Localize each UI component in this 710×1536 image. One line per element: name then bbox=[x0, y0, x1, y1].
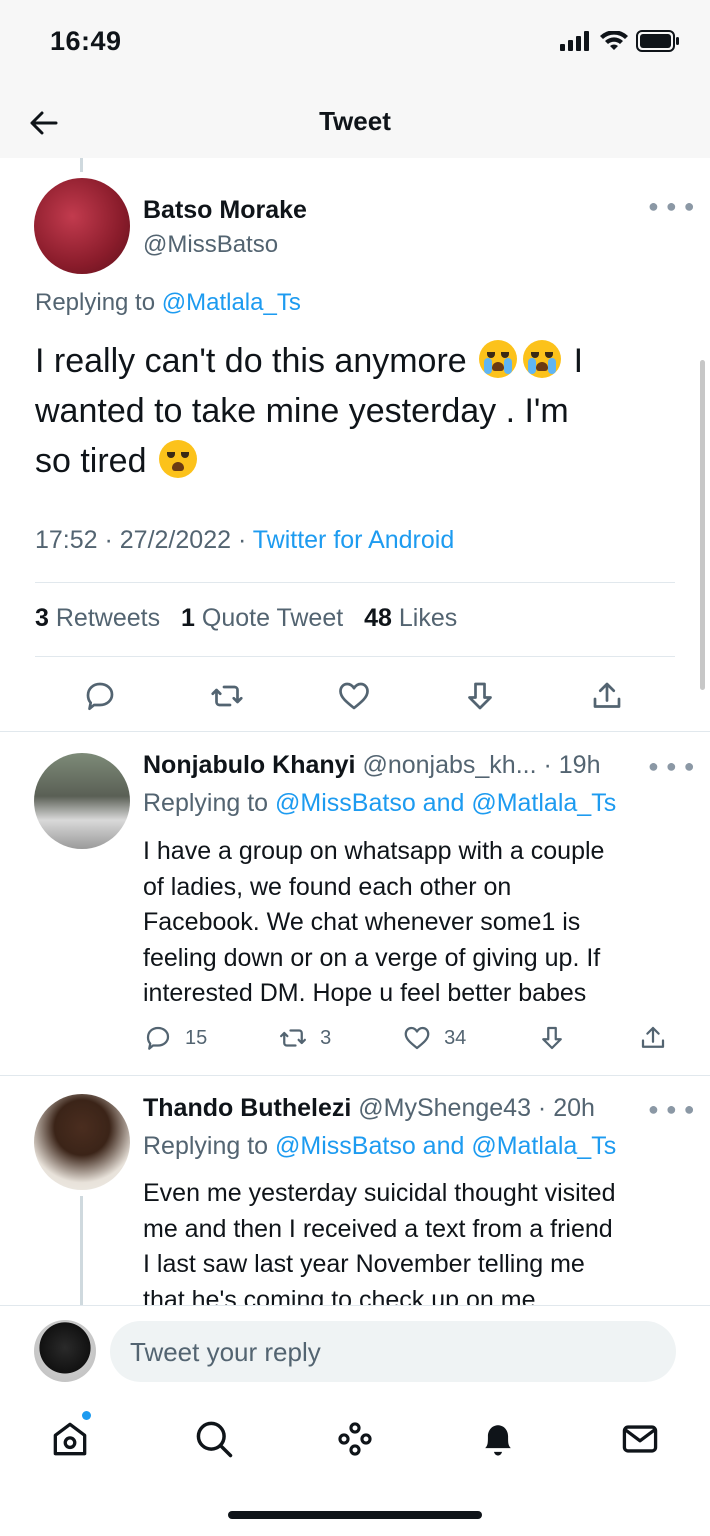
reply-icon bbox=[143, 1023, 173, 1053]
section-divider bbox=[0, 1075, 710, 1076]
mention-link[interactable]: @Matlala_Ts bbox=[162, 289, 301, 316]
messages-icon bbox=[622, 1425, 658, 1453]
reply-text: Even me yesterday suicidal thought visit… bbox=[143, 1176, 683, 1305]
reply-text-line: me and then I received a text from a fri… bbox=[143, 1214, 613, 1243]
bookmark-icon[interactable] bbox=[537, 1023, 567, 1053]
replying-prefix: Replying to bbox=[143, 1132, 276, 1160]
reply-text-line: Even me yesterday suicidal thought visit… bbox=[143, 1179, 616, 1207]
home-indicator[interactable] bbox=[228, 1511, 482, 1519]
reply-actions: 15 3 34 bbox=[143, 1022, 668, 1054]
replying-to: Replying to @Matlala_Ts bbox=[35, 289, 301, 317]
tab-messages[interactable] bbox=[618, 1417, 662, 1461]
tab-search[interactable] bbox=[192, 1417, 236, 1461]
tweet-text: I really can't do this anymore I wanted … bbox=[35, 336, 675, 486]
more-horizontal-icon[interactable]: ● ● ● bbox=[648, 196, 696, 217]
loudly-crying-emoji-icon bbox=[523, 340, 562, 378]
author-handle[interactable]: @MissBatso bbox=[143, 231, 278, 259]
reply-text-line: interested DM. Hope u feel better babes bbox=[143, 979, 587, 1007]
reply-author[interactable]: Nonjabulo Khanyi @nonjabs_kh... · 19h bbox=[143, 751, 600, 780]
tab-notifications[interactable] bbox=[476, 1417, 520, 1461]
retweet-icon bbox=[278, 1023, 308, 1053]
retweet-icon[interactable] bbox=[209, 678, 245, 714]
reply-text: I have a group on whatsapp with a couple… bbox=[143, 834, 683, 1012]
scrollbar[interactable] bbox=[700, 360, 705, 690]
compose-bar: Tweet your reply bbox=[0, 1305, 710, 1395]
reply-author[interactable]: Thando Buthelezi @MyShenge43 · 20h bbox=[143, 1094, 595, 1123]
replying-prefix: Replying to bbox=[143, 789, 276, 817]
search-icon bbox=[196, 1421, 233, 1458]
heart-icon[interactable] bbox=[336, 678, 372, 714]
replying-to: Replying to @MissBatso and @Matlala_Ts bbox=[143, 1132, 616, 1161]
thread-line bbox=[80, 1196, 83, 1308]
home-icon bbox=[53, 1422, 87, 1456]
tweet-header: Tweet bbox=[0, 88, 710, 158]
mention-link[interactable]: @MissBatso and @Matlala_Ts bbox=[275, 789, 616, 817]
reply-author-name: Nonjabulo Khanyi bbox=[143, 751, 356, 779]
signal-icon bbox=[560, 31, 592, 56]
weary-face-emoji-icon bbox=[158, 440, 197, 478]
divider bbox=[35, 582, 675, 583]
mention-link[interactable]: @MissBatso and @Matlala_Ts bbox=[275, 1132, 616, 1160]
loudly-crying-emoji-icon bbox=[479, 340, 518, 378]
tab-home[interactable] bbox=[48, 1417, 92, 1461]
author-name[interactable]: Batso Morake bbox=[143, 196, 307, 225]
retweet-button[interactable]: 3 bbox=[278, 1023, 331, 1053]
reply-input[interactable]: Tweet your reply bbox=[110, 1321, 676, 1382]
reply-button[interactable]: 15 bbox=[143, 1023, 207, 1053]
page-title: Tweet bbox=[319, 106, 391, 136]
tweet-text-line: so tired bbox=[35, 442, 147, 480]
user-avatar[interactable] bbox=[34, 1320, 96, 1382]
likes-stat[interactable]: 48 Likes bbox=[364, 604, 457, 632]
reply-text-line: Facebook. We chat whenever some1 is bbox=[143, 908, 581, 936]
tweet-timestamp: 17:52 · 27/2/2022 · bbox=[35, 526, 253, 554]
heart-icon bbox=[402, 1023, 432, 1053]
reply-author-name: Thando Buthelezi bbox=[143, 1094, 352, 1122]
reply-avatar[interactable] bbox=[34, 753, 130, 849]
like-count: 34 bbox=[444, 1026, 467, 1049]
tab-bar bbox=[0, 1395, 710, 1536]
reply-text-line: that he's coming to check up on me. bbox=[143, 1285, 543, 1306]
notifications-icon bbox=[485, 1425, 511, 1456]
reply-icon[interactable] bbox=[82, 678, 118, 714]
notification-dot bbox=[82, 1411, 91, 1420]
reply-author-meta: @MyShenge43 · 20h bbox=[351, 1094, 595, 1122]
tweet-text-line: wanted to take mine yesterday . I'm bbox=[35, 392, 569, 430]
wifi-icon bbox=[600, 30, 628, 56]
bookmark-icon[interactable] bbox=[462, 678, 498, 714]
spaces-icon bbox=[338, 1422, 372, 1456]
more-horizontal-icon[interactable]: ● ● ● bbox=[648, 756, 696, 777]
tweet-source-link[interactable]: Twitter for Android bbox=[253, 526, 454, 554]
tweet-actions bbox=[35, 676, 675, 716]
tweet-text-line: I bbox=[573, 342, 584, 380]
replying-to: Replying to @MissBatso and @Matlala_Ts bbox=[143, 789, 616, 818]
reply-text-line: feeling down or on a verge of giving up.… bbox=[143, 943, 601, 972]
quote-tweets-stat[interactable]: 1 Quote Tweet bbox=[181, 604, 343, 632]
status-time: 16:49 bbox=[50, 26, 122, 56]
like-button[interactable]: 34 bbox=[402, 1023, 466, 1053]
more-horizontal-icon[interactable]: ● ● ● bbox=[648, 1099, 696, 1120]
share-icon[interactable] bbox=[589, 678, 625, 714]
battery-icon bbox=[636, 30, 680, 57]
reply-text-line: I last saw last year November telling me bbox=[143, 1250, 585, 1278]
tweet-stats: 3 Retweets 1 Quote Tweet 48 Likes bbox=[35, 604, 457, 633]
status-bar: 16:49 bbox=[0, 0, 710, 88]
retweet-count: 3 bbox=[320, 1026, 332, 1049]
section-divider bbox=[0, 731, 710, 732]
author-avatar[interactable] bbox=[34, 178, 130, 274]
retweets-stat[interactable]: 3 Retweets bbox=[35, 604, 160, 632]
tab-spaces[interactable] bbox=[333, 1417, 377, 1461]
status-icons bbox=[560, 30, 680, 57]
tweet-text-line: I really can't do this anymore bbox=[35, 342, 467, 380]
reply-text-line: I have a group on whatsapp with a couple bbox=[143, 837, 605, 865]
reply-author-meta: @nonjabs_kh... · 19h bbox=[355, 751, 601, 779]
reply-count: 15 bbox=[185, 1026, 208, 1049]
reply-avatar[interactable] bbox=[34, 1094, 130, 1190]
thread-line bbox=[80, 158, 83, 172]
share-icon[interactable] bbox=[638, 1023, 668, 1053]
reply-text-line: of ladies, we found each other on bbox=[143, 872, 512, 901]
replying-prefix: Replying to bbox=[35, 289, 162, 316]
divider bbox=[35, 656, 675, 657]
tweet-meta: 17:52 · 27/2/2022 · Twitter for Android bbox=[35, 526, 454, 555]
